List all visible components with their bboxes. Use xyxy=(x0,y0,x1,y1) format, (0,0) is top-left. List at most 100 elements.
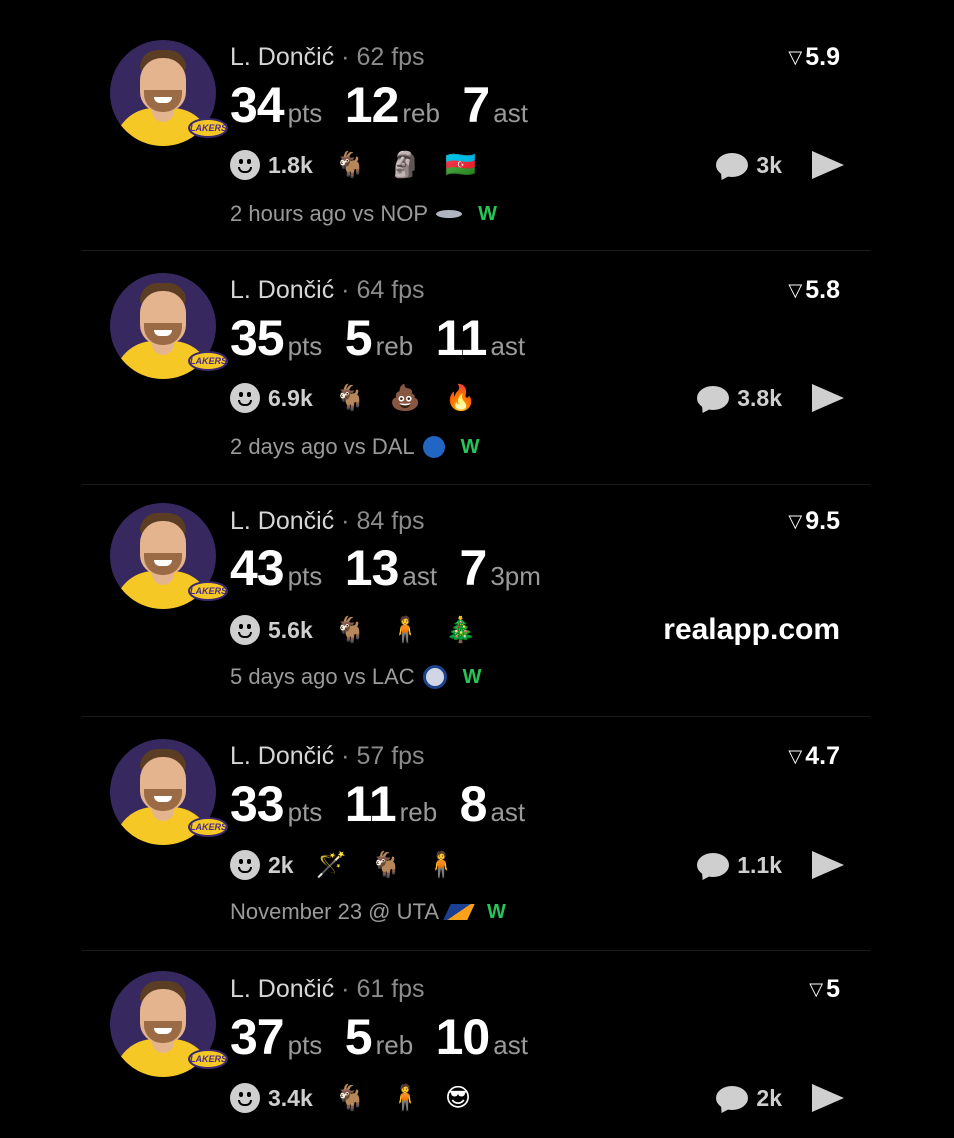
rating-icon: ▽ xyxy=(788,47,803,67)
stat-value: 11 xyxy=(344,776,397,832)
player-name[interactable]: L. Dončić · 84 fps xyxy=(230,507,425,536)
rating-value: 9.5 xyxy=(805,507,840,535)
share-icon[interactable] xyxy=(812,1084,844,1112)
stat-value: 35 xyxy=(230,310,285,366)
player-name-text: L. Dončić xyxy=(230,507,335,535)
stat-value: 37 xyxy=(230,1009,285,1065)
mavericks-logo-icon xyxy=(422,436,445,458)
result-badge: W xyxy=(462,665,482,688)
post-card[interactable]: LAKERS L. Dončić · 57 fps ▽ 4.7 33 pts 11 r… xyxy=(82,717,870,951)
team-badge: LAKERS xyxy=(188,118,228,138)
game-info: November 23 @ UTA W xyxy=(230,899,506,925)
game-time: 5 days ago vs LAC xyxy=(230,664,415,689)
stat-item: 34 pts xyxy=(230,76,322,134)
comment-icon[interactable] xyxy=(716,1086,749,1110)
stat-item: 11 reb xyxy=(345,775,437,833)
share-icon[interactable] xyxy=(812,151,844,179)
smiley-icon[interactable] xyxy=(230,1083,260,1113)
player-name[interactable]: L. Dončić · 64 fps xyxy=(230,276,425,305)
stat-label: pts xyxy=(287,98,323,128)
game-time: November 23 @ UTA xyxy=(230,899,439,924)
comment-icon[interactable] xyxy=(697,853,730,877)
reaction-emoji[interactable]: 🐐 xyxy=(335,151,366,180)
game-info: 5 days ago vs LAC W xyxy=(230,664,482,690)
reaction-emoji[interactable]: 🎄 xyxy=(445,616,476,645)
share-icon[interactable] xyxy=(812,384,844,412)
rating-icon: ▽ xyxy=(788,280,803,300)
smiley-icon[interactable] xyxy=(230,850,260,880)
smiley-icon[interactable] xyxy=(230,383,260,413)
reaction-bar: 3.4k 🐐 🧍 😎 xyxy=(230,1081,495,1115)
rating-value: 5.8 xyxy=(805,276,840,304)
player-name-text: L. Dončić xyxy=(230,742,335,770)
stat-line: 43 pts 13 ast 7 3pm xyxy=(230,539,559,597)
post-card[interactable]: LAKERS L. Dončić · 61 fps ▽ 5 37 pts 5 reb … xyxy=(82,951,870,1138)
reaction-count: 5.6k xyxy=(268,616,313,643)
smiley-icon[interactable] xyxy=(230,150,260,180)
game-time: 2 days ago vs DAL xyxy=(230,434,415,459)
stat-line: 35 pts 5 reb 11 ast xyxy=(230,309,543,367)
stat-value: 5 xyxy=(344,1009,373,1065)
post-card[interactable]: LAKERS L. Dončić · 84 fps ▽ 9.5 43 pts 13 a… xyxy=(82,485,870,719)
stat-item: 8 ast xyxy=(460,775,526,833)
stat-value: 8 xyxy=(459,776,488,832)
stat-line: 34 pts 12 reb 7 ast xyxy=(230,76,546,134)
separator: · xyxy=(334,276,357,304)
reaction-bar: 6.9k 🐐 💩 🔥 xyxy=(230,381,500,415)
player-name[interactable]: L. Dončić · 62 fps xyxy=(230,43,425,72)
stat-item: 7 ast xyxy=(462,76,528,134)
rating: ▽ 5.9 xyxy=(788,43,840,72)
stat-label: pts xyxy=(287,561,323,591)
team-badge: LAKERS xyxy=(188,351,228,371)
stat-label: reb xyxy=(375,1030,414,1060)
stat-value: 5 xyxy=(344,310,373,366)
comment-count[interactable]: 2k xyxy=(756,1085,782,1112)
reaction-emoji[interactable]: 🐐 xyxy=(335,1084,366,1113)
player-name[interactable]: L. Dončić · 61 fps xyxy=(230,975,425,1004)
reaction-emoji[interactable]: 🧍 xyxy=(426,851,457,880)
share-icon[interactable] xyxy=(812,851,844,879)
reaction-emoji[interactable]: 🐐 xyxy=(335,384,366,413)
comment-count[interactable]: 3.8k xyxy=(737,385,782,412)
reaction-emoji[interactable]: 😎 xyxy=(445,1083,471,1113)
reaction-emoji[interactable]: 🇦🇿 xyxy=(445,151,476,180)
promo-link[interactable]: realapp.com xyxy=(663,613,840,647)
separator: · xyxy=(334,742,357,770)
reaction-emoji[interactable]: 🐐 xyxy=(371,851,402,880)
reaction-emoji[interactable]: 🔥 xyxy=(445,384,476,413)
stat-label: reb xyxy=(402,98,440,128)
reaction-emoji[interactable]: 🗿 xyxy=(390,151,421,180)
stat-label: ast xyxy=(493,1030,528,1060)
stat-item: 5 reb xyxy=(345,1008,413,1066)
player-name[interactable]: L. Dončić · 57 fps xyxy=(230,742,425,771)
stat-label: pts xyxy=(287,797,323,827)
rating-icon: ▽ xyxy=(809,979,824,999)
fps-label: 61 fps xyxy=(356,975,425,1003)
jazz-logo-icon xyxy=(443,904,475,920)
comment-icon[interactable] xyxy=(697,386,730,410)
comment-icon[interactable] xyxy=(716,153,749,177)
stat-value: 34 xyxy=(230,77,285,133)
separator: · xyxy=(334,507,357,535)
post-card[interactable]: LAKERS L. Dončić · 64 fps ▽ 5.8 35 pts 5 re… xyxy=(82,251,870,485)
comment-count[interactable]: 1.1k xyxy=(737,852,782,879)
stat-label: ast xyxy=(402,561,438,591)
reaction-emoji[interactable]: 🐐 xyxy=(335,616,366,645)
team-badge: LAKERS xyxy=(188,581,228,601)
reaction-bar: 1.8k 🐐 🗿 🇦🇿 xyxy=(230,148,500,182)
reaction-emoji[interactable]: 💩 xyxy=(390,384,421,413)
stat-value: 11 xyxy=(435,310,488,366)
reaction-emoji[interactable]: 🪄 xyxy=(316,851,347,880)
rating: ▽ 5.8 xyxy=(788,276,840,305)
post-actions: 1.1k xyxy=(697,848,844,882)
reaction-emoji[interactable]: 🧍 xyxy=(390,1084,421,1113)
pelicans-logo-icon xyxy=(436,210,463,218)
rating: ▽ 5 xyxy=(809,975,840,1004)
smiley-icon[interactable] xyxy=(230,615,260,645)
stat-value: 10 xyxy=(435,1009,491,1065)
post-actions: 3k xyxy=(716,148,844,182)
comment-count[interactable]: 3k xyxy=(756,152,782,179)
reaction-emoji[interactable]: 🧍 xyxy=(390,616,421,645)
post-card[interactable]: LAKERS L. Dončić · 62 fps ▽ 5.9 34 pts 12 r… xyxy=(82,18,870,252)
stat-label: ast xyxy=(493,98,528,128)
